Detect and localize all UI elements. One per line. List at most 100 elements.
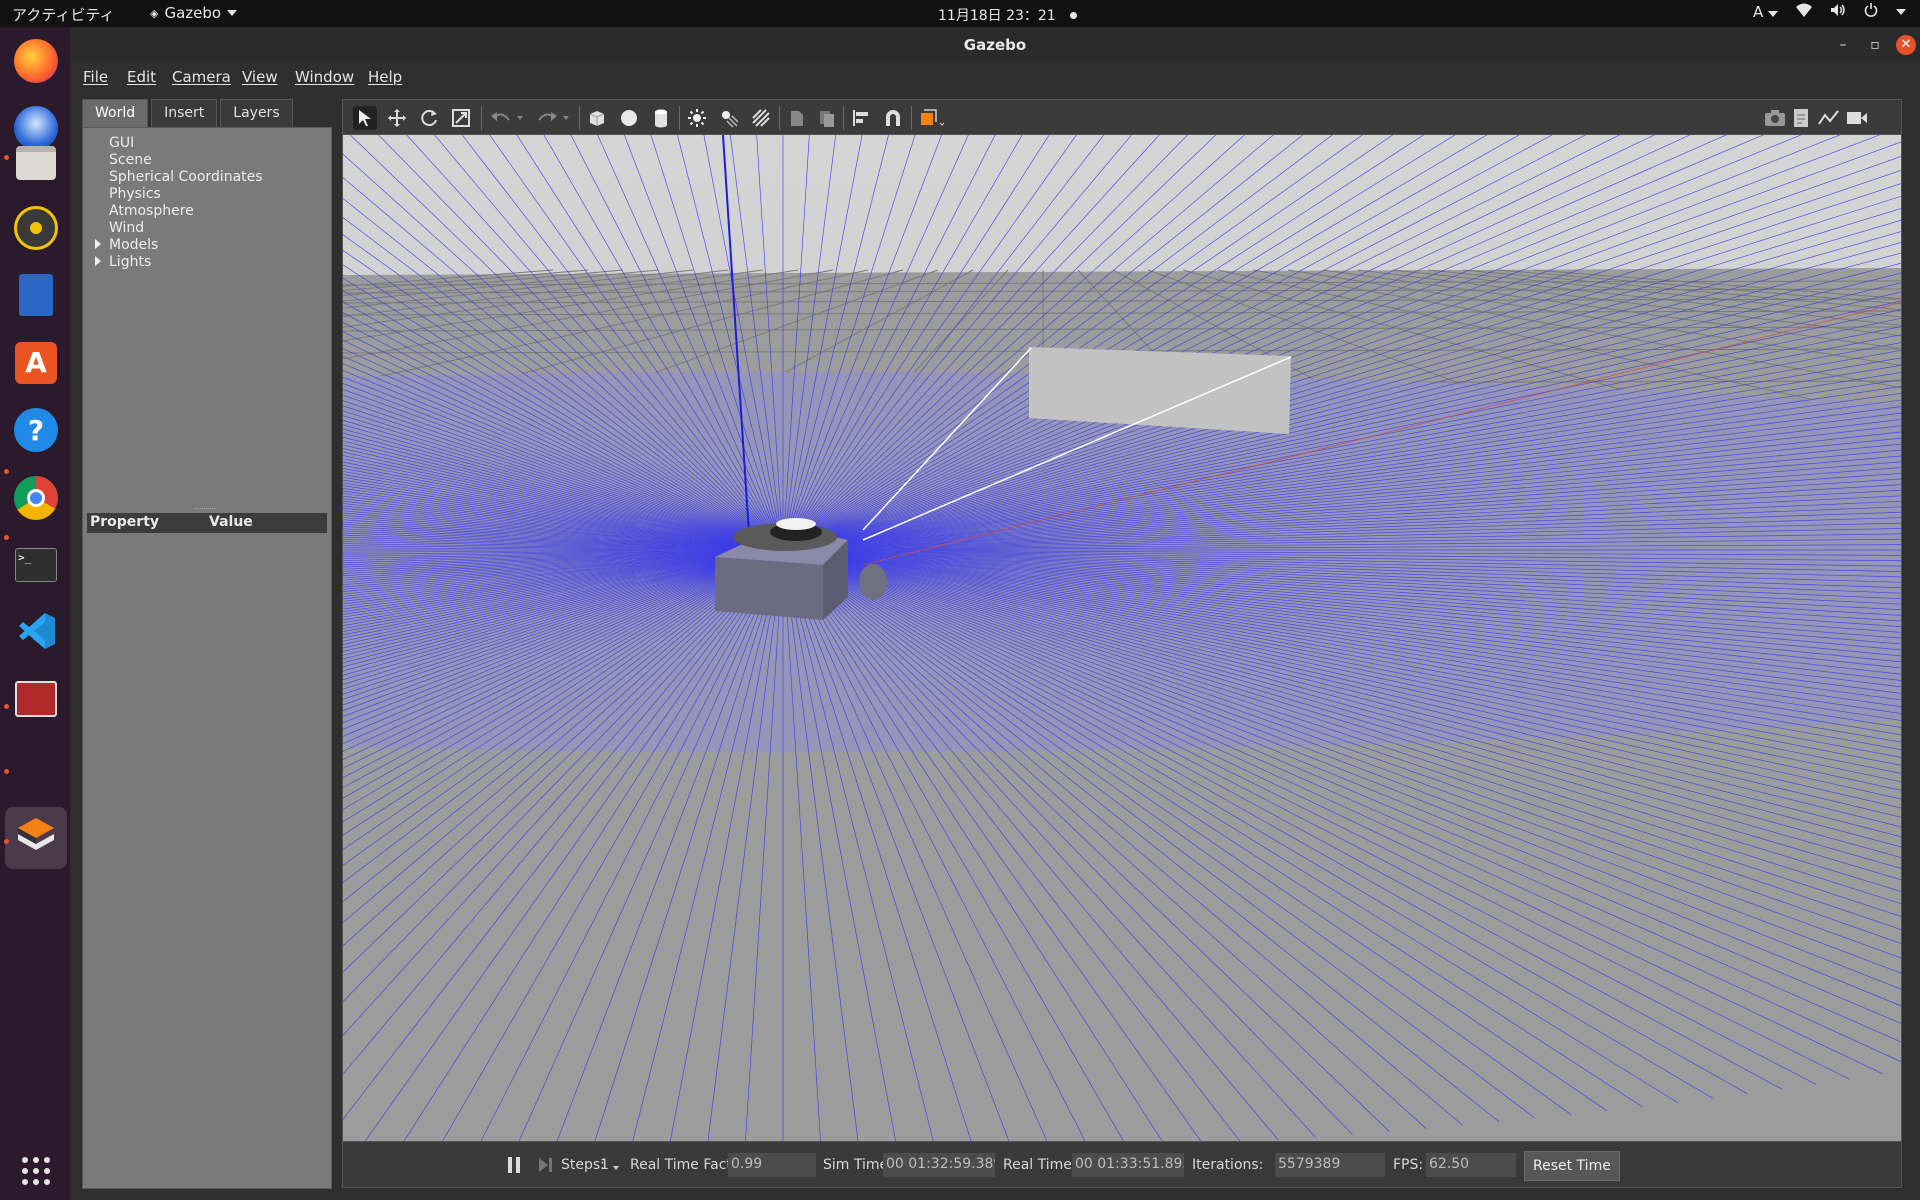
sphere-icon: [621, 110, 637, 126]
dock-item-terminal[interactable]: >_: [10, 539, 62, 591]
undo-button[interactable]: [489, 106, 513, 130]
tree-item-spherical-coordinates[interactable]: Spherical Coordinates: [109, 169, 263, 186]
point-light-button[interactable]: [685, 106, 709, 130]
toolbar-separator: [481, 106, 482, 130]
minimize-button[interactable]: –: [1833, 35, 1853, 55]
tree-item-gui[interactable]: GUI: [109, 135, 134, 152]
redo-history-button[interactable]: [559, 106, 573, 130]
scene-canvas: [343, 135, 1901, 1145]
maximize-button[interactable]: ▫: [1865, 35, 1885, 55]
dock-item-help[interactable]: ?: [10, 404, 62, 456]
tab-layers[interactable]: Layers: [220, 99, 293, 127]
redo-button[interactable]: [535, 106, 559, 130]
log-button[interactable]: [1789, 106, 1813, 130]
scale-icon: [452, 109, 470, 127]
gazebo-window: Gazebo – ▫ ✕ File Edit Camera View Windo…: [70, 27, 1920, 1200]
tree-item-atmosphere[interactable]: Atmosphere: [109, 203, 194, 220]
left-panel-tabs: World Insert Layers: [82, 99, 293, 127]
toolbar-separator: [679, 106, 680, 130]
translate-tool-button[interactable]: [385, 106, 409, 130]
spot-light-icon: [722, 111, 739, 128]
directional-light-button[interactable]: [749, 106, 773, 130]
record-video-button[interactable]: [1845, 106, 1869, 130]
rotate-tool-button[interactable]: [417, 106, 441, 130]
gazebo-small-icon: ◈: [150, 6, 159, 20]
panel-splitter[interactable]: [195, 508, 215, 510]
change-view-button[interactable]: [917, 106, 947, 130]
expand-arrow-icon[interactable]: [95, 239, 101, 249]
toolbar-separator: [579, 106, 580, 130]
paste-button[interactable]: [815, 106, 839, 130]
tree-item-physics[interactable]: Physics: [109, 186, 161, 203]
dock-item-vscode[interactable]: [10, 607, 62, 659]
undo-icon: [491, 112, 510, 121]
select-tool-button[interactable]: [353, 106, 377, 130]
software-center-icon: A: [15, 342, 57, 384]
tree-item-scene[interactable]: Scene: [109, 152, 152, 169]
system-tray[interactable]: A: [1753, 3, 1906, 21]
chrome-icon: [14, 476, 58, 520]
copy-icon: [791, 111, 803, 126]
dock-item-software[interactable]: A: [10, 337, 62, 389]
dock-item-firefox[interactable]: [10, 35, 62, 87]
directional-light-icon: [752, 109, 770, 127]
undo-history-button[interactable]: [513, 106, 527, 130]
app-menu-button[interactable]: ◈ Gazebo: [150, 4, 238, 22]
menu-camera[interactable]: Camera: [172, 68, 231, 86]
cylinder-shape-button[interactable]: [649, 106, 673, 130]
title-bar[interactable]: Gazebo – ▫ ✕: [70, 27, 1920, 63]
tab-insert[interactable]: Insert: [151, 99, 218, 127]
sphere-shape-button[interactable]: [617, 106, 641, 130]
box-shape-button[interactable]: [585, 106, 609, 130]
menu-file[interactable]: File: [83, 68, 108, 86]
screenshot-button[interactable]: [1763, 106, 1787, 130]
input-method-indicator[interactable]: A: [1753, 3, 1778, 21]
fps-field: 62.50: [1426, 1153, 1516, 1177]
real-time-factor-field: 0.99: [728, 1153, 816, 1177]
dock-item-writer[interactable]: [10, 269, 62, 321]
dock-item-rhythmbox[interactable]: [10, 202, 62, 254]
scale-tool-button[interactable]: [449, 106, 473, 130]
tree-item-models[interactable]: Models: [109, 237, 158, 254]
lidar-top: [776, 518, 816, 530]
chevron-down-icon: [1896, 9, 1906, 15]
expand-arrow-icon[interactable]: [95, 256, 101, 266]
show-apps-icon: [21, 1156, 51, 1190]
menu-edit[interactable]: Edit: [127, 68, 156, 86]
menu-window[interactable]: Window: [295, 68, 354, 86]
gazebo-icon: [14, 814, 58, 862]
dock-item-files[interactable]: [10, 137, 62, 189]
translate-icon: [388, 109, 406, 127]
align-button[interactable]: [849, 106, 873, 130]
step-icon: [539, 1158, 552, 1172]
menu-view[interactable]: View: [242, 68, 278, 86]
copy-button[interactable]: [785, 106, 809, 130]
steps-spinbox[interactable]: 1: [600, 1157, 619, 1173]
spot-light-button[interactable]: [717, 106, 741, 130]
3d-viewport[interactable]: [342, 135, 1902, 1168]
close-button[interactable]: ✕: [1896, 35, 1916, 55]
vscode-icon: [15, 610, 57, 656]
snap-button[interactable]: [881, 106, 905, 130]
pause-button[interactable]: [505, 1154, 523, 1176]
toolbar-separator: [779, 106, 780, 130]
dock-item-chrome[interactable]: [10, 472, 62, 524]
plot-button[interactable]: [1817, 106, 1841, 130]
align-icon: [853, 110, 868, 126]
tab-world[interactable]: World: [82, 99, 149, 127]
tree-item-wind[interactable]: Wind: [109, 220, 144, 237]
menu-help[interactable]: Help: [368, 68, 402, 86]
activities-button[interactable]: アクティビティ: [12, 4, 114, 25]
dock-item-gazebo[interactable]: [5, 807, 67, 869]
record-icon: [1847, 112, 1867, 124]
running-indicator: [4, 704, 9, 709]
tree-item-lights[interactable]: Lights: [109, 254, 151, 271]
clock-button[interactable]: 11月18日 23：21: [938, 5, 1077, 25]
terminal-icon: >_: [15, 548, 57, 582]
dock-item-terminator[interactable]: [10, 673, 62, 725]
volume-icon: [1830, 3, 1846, 21]
snap-icon: [886, 110, 900, 126]
reset-time-button[interactable]: Reset Time: [1524, 1151, 1620, 1181]
step-button[interactable]: [536, 1154, 554, 1176]
show-apps-button[interactable]: [10, 1147, 62, 1199]
